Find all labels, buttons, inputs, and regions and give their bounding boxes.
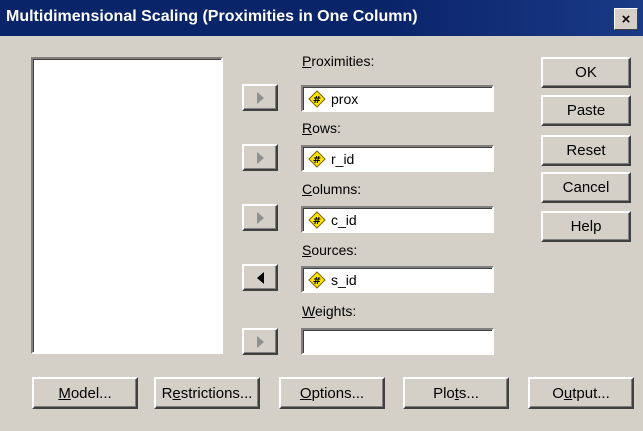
numeric-variable-icon: # [308, 149, 326, 168]
sources-label: Sources: [302, 242, 358, 258]
proximities-move-button[interactable] [242, 84, 278, 111]
numeric-variable-icon: # [308, 210, 326, 229]
weights-label: Weights: [302, 303, 357, 319]
svg-text:#: # [313, 276, 321, 287]
rows-label: Rows: [302, 120, 341, 136]
close-icon: × [621, 10, 631, 28]
rows-move-button[interactable] [242, 144, 278, 171]
arrow-right-icon [256, 335, 264, 348]
paste-button[interactable]: Paste [541, 95, 631, 126]
svg-text:#: # [313, 95, 321, 106]
plots-button[interactable]: Plo t s... [403, 377, 509, 409]
sources-value: s_id [331, 271, 357, 288]
columns-label: Columns: [302, 181, 362, 197]
weights-field[interactable] [301, 328, 494, 355]
numeric-variable-icon: # [308, 89, 326, 108]
reset-button[interactable]: Reset [541, 135, 631, 166]
proximities-field[interactable]: # prox [301, 85, 494, 112]
numeric-variable-icon: # [308, 270, 326, 289]
arrow-right-icon [256, 91, 264, 104]
weights-move-button[interactable] [242, 328, 278, 355]
svg-text:#: # [313, 155, 321, 166]
columns-value: c_id [331, 211, 357, 228]
options-button[interactable]: Options... [279, 377, 385, 409]
sources-field[interactable]: # s_id [301, 266, 494, 293]
proximities-value: prox [331, 90, 359, 107]
title-bar: Multidimensional Scaling (Proximities in… [0, 0, 643, 36]
proximities-label: Proximities: [302, 53, 375, 69]
sources-move-button[interactable] [242, 264, 278, 291]
model-button[interactable]: Model... [32, 377, 138, 409]
help-button[interactable]: Help [541, 211, 631, 242]
close-button[interactable]: × [614, 8, 638, 30]
window-title: Multidimensional Scaling (Proximities in… [6, 8, 418, 25]
columns-move-button[interactable] [242, 204, 278, 231]
restrictions-button[interactable]: Re strictions... [154, 377, 260, 409]
svg-text:#: # [313, 216, 321, 227]
source-variable-list[interactable] [31, 57, 223, 354]
arrow-right-icon [256, 211, 264, 224]
arrow-left-icon [256, 271, 264, 284]
rows-field[interactable]: # r_id [301, 145, 494, 172]
arrow-right-icon [256, 151, 264, 164]
ok-button[interactable]: OK [541, 57, 631, 88]
rows-value: r_id [331, 150, 355, 167]
cancel-button[interactable]: Cancel [541, 172, 631, 203]
output-button[interactable]: Ou tput... [528, 377, 634, 409]
dialog-body: Proximities: # prox Rows: # r_id Columns… [0, 36, 643, 431]
columns-field[interactable]: # c_id [301, 206, 494, 233]
